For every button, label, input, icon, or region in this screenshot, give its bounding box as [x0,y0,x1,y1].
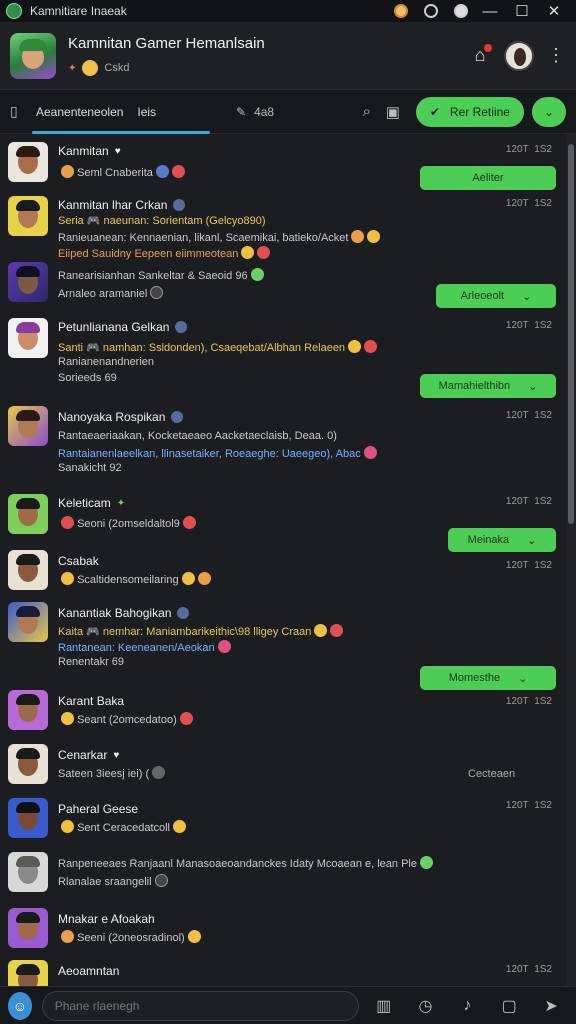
list-item[interactable]: Kanmitan ♥ Seml Cnaberita 120T 1S2 Aelite… [0,138,566,194]
chat-header: Kamnitan Gamer Hemanlsain ✦ Cskd ⌂ ⋮ [0,22,576,90]
list-item[interactable]: Aeoamntan 120T 1S2 [0,958,566,988]
window-title: Kamnitiare Inaeak [30,4,127,18]
send-icon[interactable]: ➤ [534,996,568,1016]
list-item[interactable]: Kanmitan lhar Crkan Seria 🎮 naeunan: Sor… [0,194,566,262]
tab-main-label: Aeanenteneolen [36,104,124,119]
bell-icon: ♥ [114,145,121,157]
avatar [8,196,48,236]
avatar [8,744,48,784]
count-label: 4a8 [254,104,275,119]
list-item[interactable]: Paheral Geese Sent Ceracedatcoll 120T 1S… [0,794,566,848]
maximize-button[interactable]: ☐ [506,1,538,21]
avatar [8,142,48,182]
close-button[interactable]: ✕ [538,1,570,21]
list-item[interactable]: Nanoyaka Rospikan Rantaeaeriaakan, Kocke… [0,404,566,490]
chevron-down-icon: ⌄ [543,104,554,119]
list-item[interactable]: Petunlianana Gelkan Santi 🎮 namhan: Ssld… [0,318,566,404]
pin-icon: ✦ [68,62,77,74]
avatar [8,602,48,642]
minimize-button[interactable]: — [474,1,506,21]
tab-main[interactable]: Aeanenteneolen Ieis [32,95,210,134]
avatar [8,262,48,302]
reply-button[interactable]: Mamahielthibn ⌄ [420,374,556,398]
shield-icon[interactable] [448,2,474,20]
list-item[interactable]: Cenarkar ♥ Sateen 3ieesj iei) ( Cecteaen [0,740,566,794]
sticker-icon[interactable]: ▢ [492,996,526,1016]
group-avatar[interactable] [10,32,56,79]
avatar [8,798,48,838]
calendar-icon[interactable]: ▥ [367,996,401,1016]
mic-icon[interactable]: ♪ [450,997,484,1015]
more-options-icon[interactable]: ⋮ [546,45,566,66]
dropdown-toggle-button[interactable]: ⌄ [531,96,566,127]
home-icon[interactable]: ⌂ [466,42,494,70]
check-icon: ✔ [429,104,440,119]
toolbar: ▯ Aeanenteneolen Ieis ✎ 4a8 ⌕ ▣ ✔ Rer Re… [0,90,576,134]
verified-badge-icon [173,199,186,211]
scrollbar[interactable] [566,134,576,988]
chat-list: Kanmitan ♥ Seml Cnaberita 120T 1S2 Aelite… [0,134,566,988]
tab-secondary-label: Ieis [137,104,157,119]
list-item[interactable]: Mnakar e Afoakah Seeni (2oneosradinol) [0,904,566,958]
list-item[interactable]: Csabak Scaltidensomeilaring 120T 1S2 [0,546,566,600]
sidebar-toggle-icon[interactable]: ▯ [10,103,32,120]
media-icon[interactable]: ▣ [380,103,406,121]
profile-status-icon[interactable] [388,2,414,20]
clock-icon[interactable]: ◷ [409,996,443,1016]
avatar [8,318,48,358]
composer-bar: ☺ ▥ ◷ ♪ ▢ ➤ [0,986,576,1024]
list-item[interactable]: Keleticam ✦ Seoni (2omseldaltol9 120T 1S2… [0,490,566,552]
title-bar: Kamnitiare Inaeak — ☐ ✕ [0,0,576,22]
avatar [8,690,48,730]
avatar [8,494,48,534]
reply-button[interactable]: Arleoeolt ⌄ [436,284,556,308]
status-emoji-icon [82,60,99,76]
avatar [8,406,48,446]
group-title: Kamnitan Gamer Hemanlsain [68,35,265,52]
verified-badge-icon [171,411,184,423]
list-item[interactable]: Ranearisianhan Sankeltar & Saeoid 96 Arn… [0,262,566,318]
avatar [8,960,48,988]
app-logo-icon [6,3,22,19]
search-icon[interactable]: ⌕ [354,103,380,120]
message-input[interactable] [41,990,359,1021]
verified-badge-icon [175,321,188,333]
emoji-icon[interactable]: ☺ [8,991,32,1020]
reply-button[interactable]: Aeliter [420,166,556,190]
feather-icon[interactable]: ✎ [236,105,246,119]
record-icon[interactable] [418,2,444,20]
avatar [8,550,48,590]
scrollbar-thumb[interactable] [568,144,574,524]
avatar [8,908,48,948]
list-item[interactable]: Karant Baka Seant (2omcedatoo) 120T 1S2 [0,686,566,740]
group-subtitle: Cskd [104,62,130,74]
list-item[interactable]: Ranpeneeaes Ranjaanl Manasoaeoandanckes … [0,848,566,904]
verified-badge-icon [177,607,190,619]
primary-action-button[interactable]: ✔ Rer Retiine [415,96,524,127]
user-avatar[interactable] [504,40,534,71]
avatar [8,852,48,892]
list-item[interactable]: Kanantiak Bahogikan Kaita 🎮 nemhar: Mani… [0,600,566,690]
